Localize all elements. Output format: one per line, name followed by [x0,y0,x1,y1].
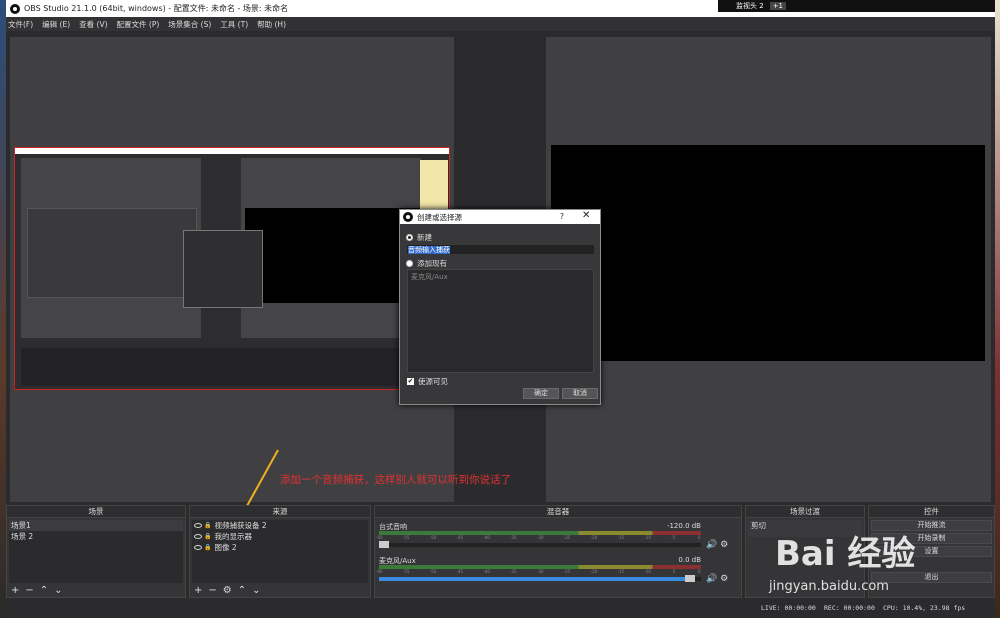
status-bar: LIVE: 00:00:00 REC: 00:00:00 CPU: 10.4%,… [6,599,995,618]
obs-window: OBS Studio 21.1.0 (64bit, windows) - 配置文… [6,0,995,618]
scale-tick-label: -15 [617,569,625,574]
scale-tick-label: -25 [563,569,571,574]
scale-tick-label: 0 [698,535,701,540]
scale-tick-label: -30 [537,569,544,574]
gear-icon[interactable]: ⚙ [720,574,728,584]
chevron-down-icon[interactable]: ⌄ [252,585,260,596]
exit-button[interactable]: 退出 [871,572,992,583]
plus-icon[interactable]: + [194,585,202,596]
source-name: 视频捕获设备 2 [214,521,267,530]
slider-knob[interactable] [684,575,695,582]
volume-slider[interactable] [379,541,701,548]
list-item[interactable]: 🔒 图像 2 [192,542,368,553]
scene-name: 场景 2 [11,532,34,541]
mixer-channel-mic: 麦克风/Aux 0.0 dB -60 -55 -50 -45 -40 -35 -30 -25-… [376,556,731,584]
scenes-toolbar: + − ⌃ ⌄ [11,585,63,596]
transitions-header: 场景过渡 [746,506,864,518]
cpu-fps: CPU: 10.4%, 23.98 fps [883,604,966,612]
channel-db: 0.0 dB [678,556,701,564]
scale-tick-label: -5 [671,569,676,574]
scale-tick-label: -50 [429,569,437,574]
settings-button[interactable]: 设置 [871,546,992,557]
minus-icon[interactable]: − [25,585,33,596]
scale-tick-label: 0 [698,569,701,574]
scale-tick-label: -45 [456,569,464,574]
scale-tick-label: -55 [402,535,410,540]
eye-icon[interactable] [194,523,202,528]
sources-dock: 来源 🔒 视频捕获设备 2 🔒 我的显示器 🔒 图像 2 + − ⚙ ⌃ ⌄ [189,505,371,598]
sources-toolbar: + − ⚙ ⌃ ⌄ [194,585,261,596]
gear-icon[interactable]: ⚙ [223,585,232,596]
scale-tick-label: -15 [617,535,625,540]
source-name: 我的显示器 [214,532,252,541]
scale-tick-label: -5 [671,535,676,540]
scale-tick-label: -10 [644,535,651,540]
lock-icon[interactable]: 🔒 [204,542,211,553]
scale-tick-label: -20 [590,569,598,574]
mixer-header: 混音器 [375,506,741,518]
channel-controls: 🔊 ⚙ [706,540,728,550]
source-name: 图像 2 [214,543,237,552]
chevron-down-icon[interactable]: ⌄ [54,585,62,596]
volume-slider[interactable] [379,575,701,582]
meter-scale: -60 -55 -50 -45 -40 -35 -30 -25 -20 -15 -10 -5 0 [376,535,701,540]
mixer-channel-desktop: 台式音响 -120.0 dB -60 -55 -50 -45 -40 -35 -30 -25-… [376,522,731,550]
scale-tick-label: -60 [376,535,383,540]
scale-tick-label: -10 [644,569,651,574]
sources-list[interactable]: 🔒 视频捕获设备 2 🔒 我的显示器 🔒 图像 2 [192,520,368,583]
lock-icon[interactable]: 🔒 [204,520,211,531]
gear-icon[interactable]: ⚙ [720,540,728,550]
chevron-up-icon[interactable]: ⌃ [40,585,48,596]
plus-icon[interactable]: + [11,585,19,596]
list-item[interactable]: 场景1 [9,520,183,531]
channel-db: -120.0 dB [666,522,701,530]
scale-tick-label: -45 [456,535,464,540]
transition-select[interactable]: 剪切 [748,520,862,537]
scale-tick-label: -50 [429,535,437,540]
scale-tick-label: -35 [510,535,517,540]
chevron-up-icon[interactable]: ⌃ [238,585,246,596]
meter-scale: -60 -55 -50 -45 -40 -35 -30 -25 -20 -15 -10 -5 0 [376,569,701,574]
speaker-icon[interactable]: 🔊 [706,574,717,584]
controls-header: 控件 [869,506,994,518]
channel-controls: 🔊 ⚙ [706,574,728,584]
scale-tick-label: -55 [402,569,410,574]
transitions-dock: 场景过渡 剪切 [745,505,865,598]
scale-tick-label: -40 [483,569,490,574]
lock-icon[interactable]: 🔒 [204,531,211,542]
scale-tick-label: -20 [590,535,598,540]
sources-header: 来源 [190,506,370,518]
slider-fill [379,577,695,581]
speaker-icon[interactable]: 🔊 [706,540,717,550]
list-item[interactable]: 🔒 我的显示器 [192,531,368,542]
scale-tick-label: -40 [483,535,490,540]
scale-tick-label: -25 [563,535,571,540]
scale-tick-label: -60 [376,569,383,574]
start-record-button[interactable]: 开始录制 [871,533,992,544]
scenes-dock: 场景 场景1 场景 2 + − ⌃ ⌄ [6,505,186,598]
slider-knob[interactable] [379,541,389,548]
scene-name: 场景1 [11,521,31,530]
list-item[interactable]: 场景 2 [9,531,183,542]
desktop-right-edge [995,0,1000,618]
minus-icon[interactable]: − [208,585,216,596]
controls-dock: 控件 开始推流 开始录制 设置 退出 [868,505,995,598]
eye-icon[interactable] [194,545,202,550]
scenes-list[interactable]: 场景1 场景 2 [9,520,183,583]
live-time: LIVE: 00:00:00 [761,604,816,612]
start-stream-button[interactable]: 开始推流 [871,520,992,531]
list-item[interactable]: 🔒 视频捕获设备 2 [192,520,368,531]
scale-tick-label: -30 [537,535,544,540]
scenes-header: 场景 [7,506,185,518]
scale-tick-label: -35 [510,569,517,574]
rec-time: REC: 00:00:00 [824,604,875,612]
mixer-dock: 混音器 台式音响 -120.0 dB -60 -55 -50 -45 -40 -35 -30… [374,505,742,598]
eye-icon[interactable] [194,534,202,539]
